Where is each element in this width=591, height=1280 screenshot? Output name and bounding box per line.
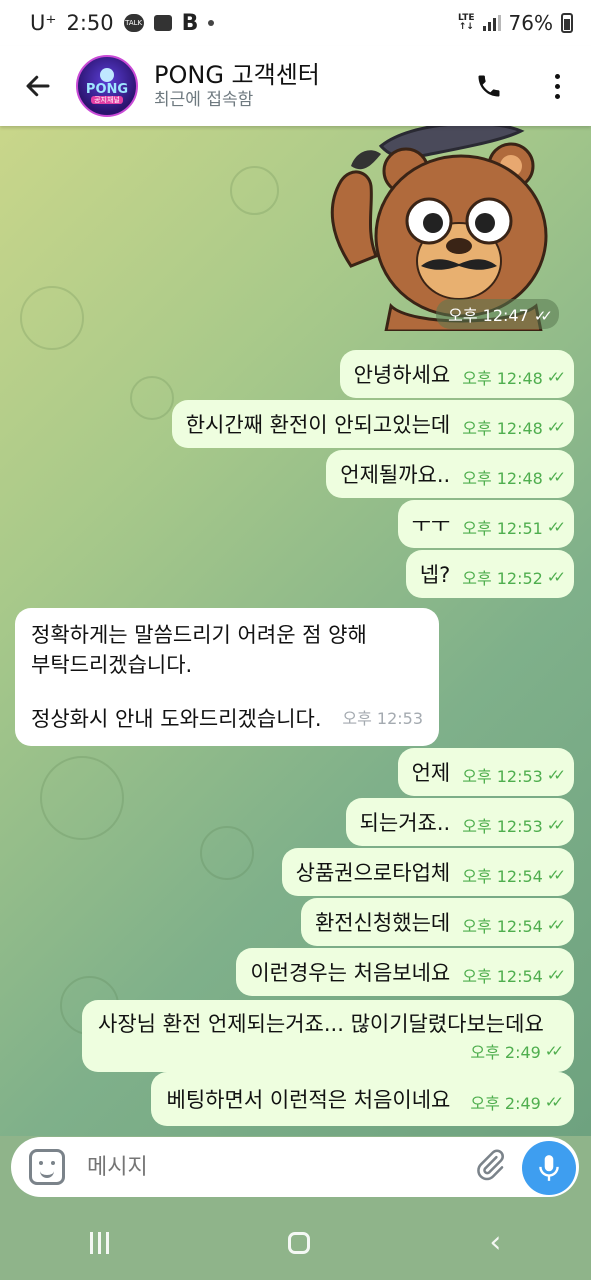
read-double-check-icon: ✓✓ [544,1042,564,1060]
battery-icon [561,13,573,33]
background-doodle [230,166,279,215]
chat-header: PONG 공지채널 PONG 고객센터 최근에 접속함 [0,46,591,126]
read-double-check-icon: ✓✓ [546,866,566,884]
read-double-check-icon: ✓✓ [546,916,566,934]
more-notifications-dot-icon [208,20,215,26]
more-options-button[interactable] [523,46,591,126]
background-doodle [40,756,124,840]
home-button[interactable] [287,1231,310,1254]
background-doodle [20,286,84,350]
droplet-mascot-icon [100,68,114,82]
read-double-check-icon: ✓✓ [546,816,566,834]
status-bar: U⁺ 2:50 TALK B LTE ↑↓ 76% [0,0,591,46]
call-button[interactable] [455,46,523,126]
read-double-check-icon: ✓✓ [546,966,566,984]
arrow-left-icon [26,75,50,97]
attach-button[interactable] [473,1148,507,1186]
outgoing-message[interactable]: 안녕하세요 오후 12:48 ✓✓ [339,350,574,398]
chat-message-list[interactable]: 오후 12:47 ✓✓ 안녕하세요 오후 12:48 ✓✓ 한시간째 환전이 안되고… [0,126,591,1136]
paperclip-icon [477,1149,504,1181]
outgoing-message[interactable]: 한시간째 환전이 안되고있는데 오후 12:48 ✓✓ [171,400,574,448]
outgoing-message[interactable]: 베팅하면서 이런적은 처음이네요 오후 2:49 ✓✓ [150,1072,574,1126]
chat-title-block[interactable]: PONG 고객센터 최근에 접속함 [154,61,455,111]
read-double-check-icon: ✓✓ [546,468,566,486]
avatar-badge-text: 공지채널 [91,96,123,104]
outgoing-message[interactable]: ㅜㅜ 오후 12:51 ✓✓ [397,500,574,548]
back-button[interactable] [0,46,76,126]
microphone-icon [539,1155,559,1181]
background-doodle [200,826,254,880]
read-double-check-icon: ✓✓ [546,368,566,386]
outgoing-message[interactable]: 언제될까요.. 오후 12:48 ✓✓ [326,450,574,498]
incoming-message[interactable]: 정확하게는 말씀드리기 어려운 점 양해 부탁드리겠습니다. 정상화시 안내 도… [15,608,439,746]
clock: 2:50 [66,11,114,35]
outgoing-message[interactable]: 넵? 오후 12:52 ✓✓ [405,550,574,598]
signal-icon [482,15,501,31]
kebab-menu-icon [554,73,560,99]
system-navigation-bar: ‹ [0,1205,591,1280]
message-composer [11,1137,579,1197]
battery-percent: 76% [508,11,553,35]
channel-avatar[interactable]: PONG 공지채널 [76,55,138,117]
carrier-label: U⁺ [30,11,57,35]
message-notification-icon [153,15,172,31]
sticker-timestamp: 오후 12:47 ✓✓ [436,299,559,329]
read-double-check-icon: ✓✓ [533,307,553,325]
background-doodle [130,376,174,420]
recent-apps-button[interactable] [89,1231,109,1254]
b-app-notification-icon: B [181,10,199,36]
lte-icon: LTE ↑↓ [458,13,475,32]
system-back-button[interactable]: ‹ [489,1225,501,1260]
phone-icon [478,75,500,97]
read-double-check-icon: ✓✓ [544,1093,564,1111]
last-seen-status: 최근에 접속함 [154,90,254,110]
chat-title: PONG 고객센터 [154,61,320,89]
read-double-check-icon: ✓✓ [546,766,566,784]
avatar-logo-text: PONG [85,82,129,97]
voice-record-button[interactable] [522,1141,576,1195]
bear-sticker[interactable]: 오후 12:47 ✓✓ [311,126,561,333]
message-input[interactable] [85,1153,473,1181]
outgoing-message[interactable]: 언제 오후 12:53 ✓✓ [397,748,574,796]
read-double-check-icon: ✓✓ [546,568,566,586]
outgoing-message[interactable]: 이런경우는 처음보네요 오후 12:54 ✓✓ [236,948,574,996]
read-double-check-icon: ✓✓ [546,518,566,536]
sticker-emoji-button[interactable] [29,1149,65,1185]
outgoing-message[interactable]: 환전신청했는데 오후 12:54 ✓✓ [300,898,574,946]
outgoing-message[interactable]: 상품권으로타업체 오후 12:54 ✓✓ [281,848,574,896]
outgoing-message[interactable]: 사장님 환전 언제되는거죠... 많이기달렸다보는데요 오후 2:49 ✓✓ [82,1000,574,1072]
outgoing-message[interactable]: 되는거죠.. 오후 12:53 ✓✓ [345,798,574,846]
read-double-check-icon: ✓✓ [546,418,566,436]
kakaotalk-notification-icon: TALK [123,14,144,32]
